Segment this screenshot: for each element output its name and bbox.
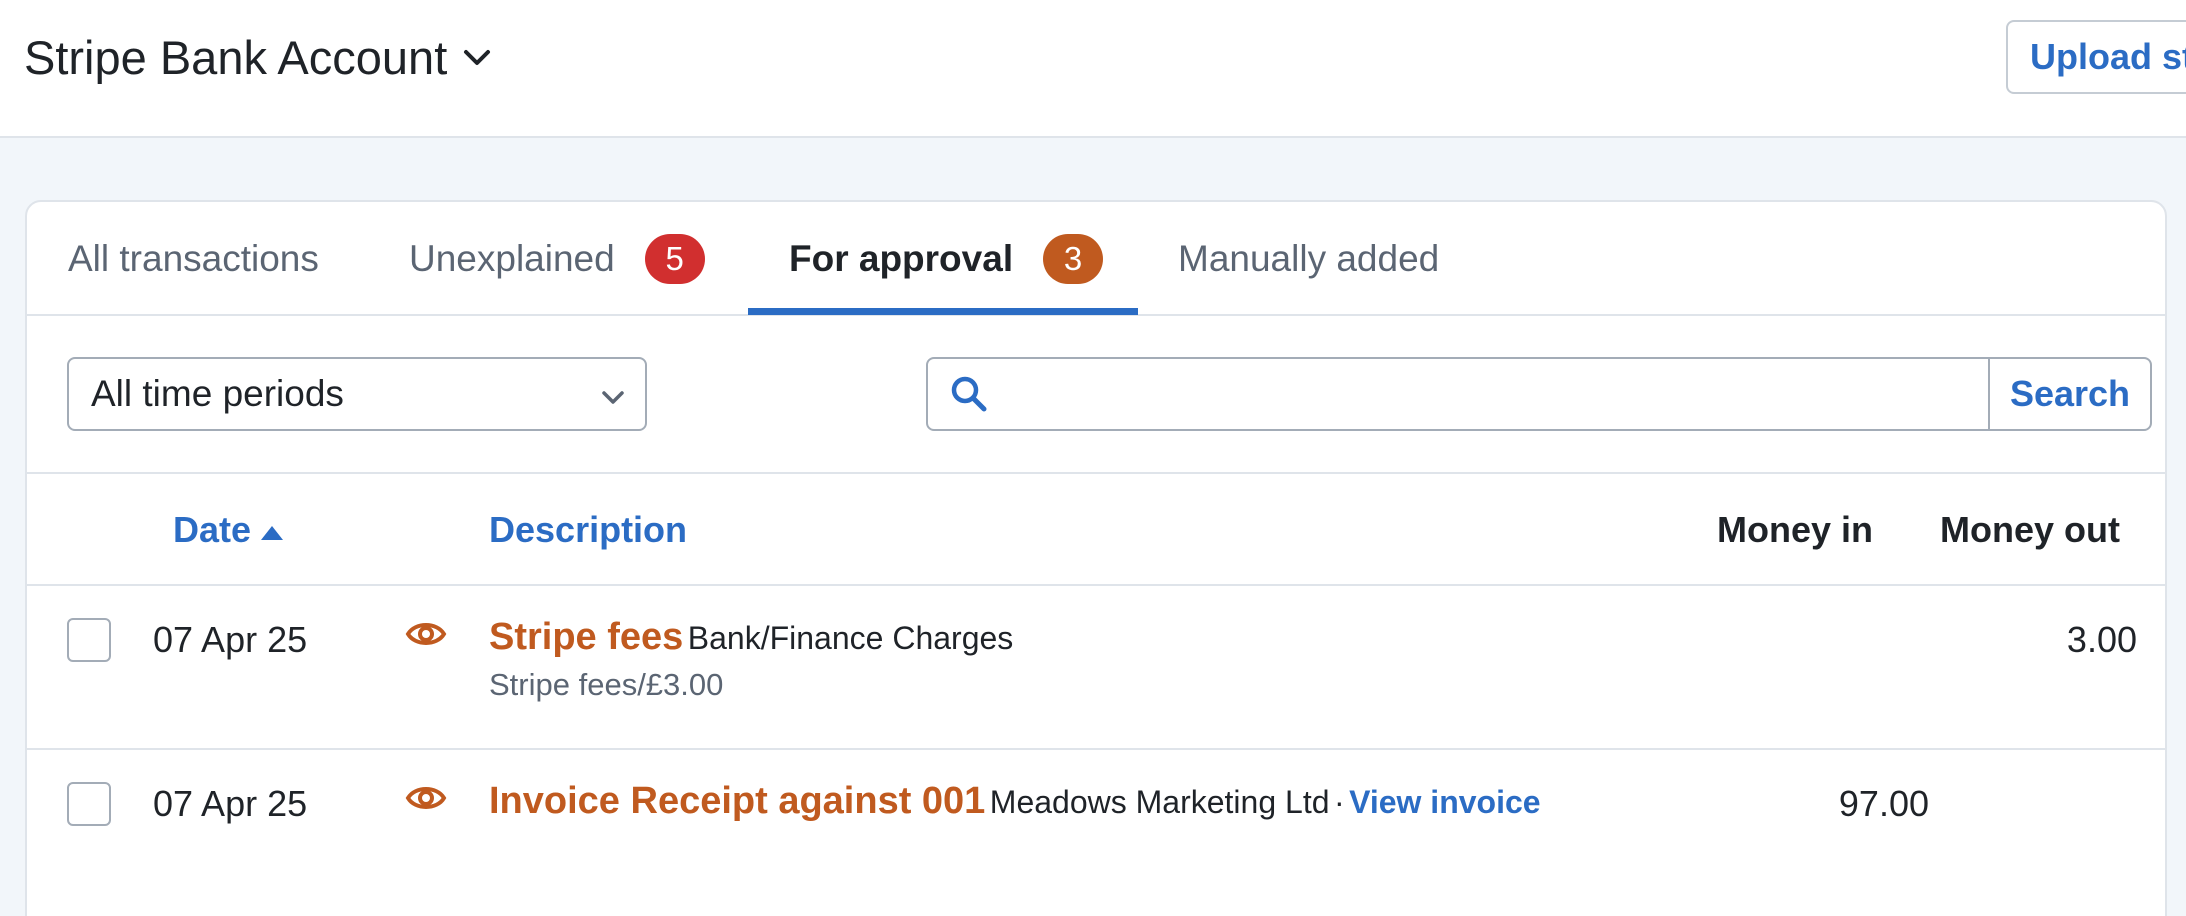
tab-label: Manually added — [1178, 238, 1440, 279]
transactions-panel: All transactions Unexplained 5 For appro… — [25, 200, 2167, 916]
tab-label: All transactions — [68, 238, 319, 279]
view-invoice-link[interactable]: View invoice — [1349, 784, 1541, 820]
row-checkbox[interactable] — [67, 618, 111, 662]
row-date: 07 Apr 25 — [153, 783, 308, 824]
unexplained-count-badge: 5 — [644, 234, 705, 284]
transaction-title[interactable]: Stripe fees — [489, 616, 683, 658]
table-row[interactable]: 07 Apr 25 Stripe fees Bank/Finance Charg… — [27, 586, 2165, 750]
money-out-value: 3.00 — [2066, 619, 2137, 660]
column-label: Description — [489, 509, 688, 550]
account-name: Stripe Bank Account — [24, 31, 448, 84]
column-header-date[interactable]: Date — [173, 474, 285, 586]
top-bar: Stripe Bank Account Upload statement — [0, 0, 2186, 138]
column-header-description[interactable]: Description — [489, 474, 687, 586]
tab-all-transactions[interactable]: All transactions — [68, 202, 319, 316]
for-approval-count-badge: 3 — [1043, 234, 1104, 284]
column-label: Date — [173, 509, 252, 550]
transaction-title[interactable]: Invoice Receipt against 001 — [489, 780, 985, 822]
table-row[interactable]: 07 Apr 25 Invoice Receipt against 001 Me… — [27, 750, 2165, 914]
separator-dot: · — [1333, 784, 1345, 820]
account-selector[interactable]: Stripe Bank Account — [24, 30, 491, 85]
search-button[interactable]: Search — [1988, 359, 2150, 429]
eye-icon[interactable] — [405, 618, 447, 655]
column-label: Money out — [1940, 509, 2120, 550]
tab-manually-added[interactable]: Manually added — [1178, 202, 1439, 316]
tab-label: Unexplained — [409, 238, 615, 279]
transaction-subtext: Stripe fees/£3.00 — [489, 667, 724, 702]
eye-icon[interactable] — [405, 782, 447, 819]
row-date: 07 Apr 25 — [153, 619, 308, 660]
tab-bar: All transactions Unexplained 5 For appro… — [27, 202, 2165, 316]
upload-statement-label: Upload statement — [2030, 36, 2186, 77]
money-in-value: 97.00 — [1838, 783, 1929, 824]
transaction-category: Bank/Finance Charges — [687, 620, 1014, 656]
chevron-down-icon — [601, 373, 625, 415]
search-input[interactable] — [1010, 359, 1988, 429]
search-box: Search — [926, 357, 2152, 431]
row-description: Invoice Receipt against 001 Meadows Mark… — [489, 780, 1541, 823]
column-label: Money in — [1717, 509, 1874, 550]
sort-ascending-icon — [259, 509, 285, 551]
row-description: Stripe fees Bank/Finance Charges Stripe … — [489, 616, 1013, 703]
upload-statement-button[interactable]: Upload statement — [2006, 20, 2186, 94]
tab-unexplained[interactable]: Unexplained 5 — [409, 202, 705, 316]
transaction-contact: Meadows Marketing Ltd — [989, 784, 1330, 820]
search-button-label: Search — [2009, 373, 2131, 414]
chevron-down-icon — [463, 49, 491, 67]
time-period-select[interactable]: All time periods — [67, 357, 647, 431]
column-header-money-in: Money in — [1717, 474, 1873, 586]
tab-label: For approval — [789, 238, 1014, 279]
time-period-value: All time periods — [91, 373, 344, 414]
tab-for-approval[interactable]: For approval 3 — [789, 202, 1104, 316]
row-checkbox[interactable] — [67, 782, 111, 826]
active-tab-indicator — [748, 308, 1138, 315]
search-icon — [928, 359, 1010, 429]
table-header: Date Description Money in Money out — [27, 472, 2165, 586]
column-header-money-out: Money out — [1940, 474, 2120, 586]
